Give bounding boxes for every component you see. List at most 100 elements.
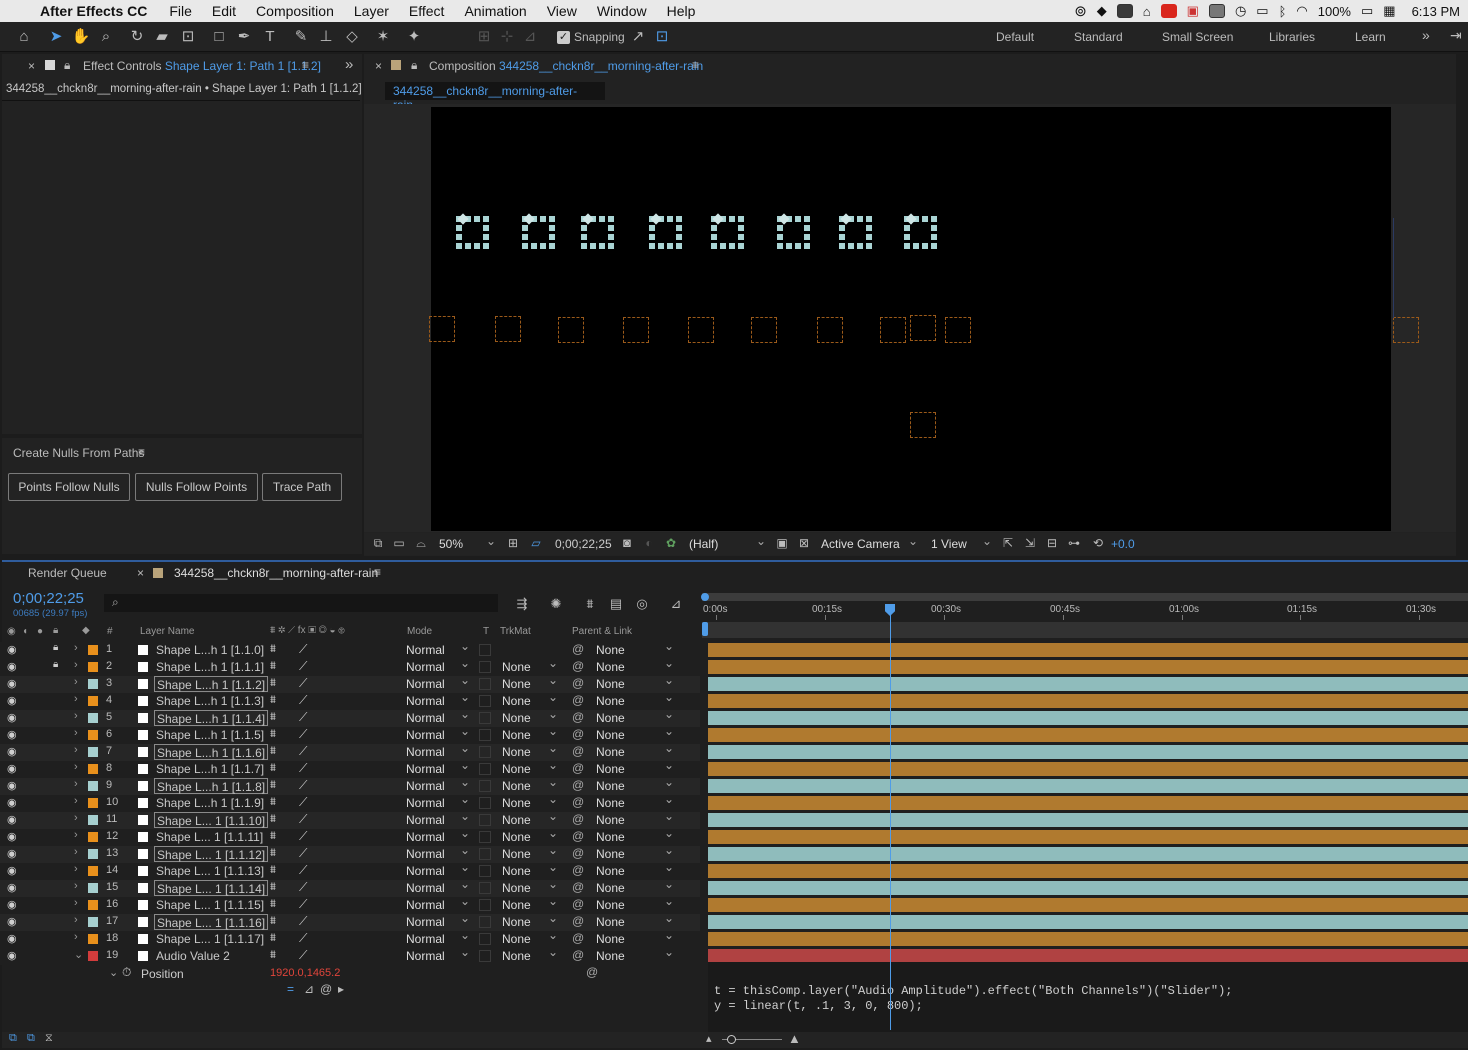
null-layer-outline[interactable] <box>623 317 649 343</box>
video-switch-header-icon[interactable]: ◉ <box>7 626 16 637</box>
vr-icon[interactable]: ⌓ <box>411 533 431 553</box>
eye-icon[interactable]: ◉ <box>7 898 19 911</box>
views-dropdown[interactable]: 1 View <box>931 537 967 551</box>
expression-line-2[interactable]: y = linear(t, .1, 3, 0, 800); <box>714 999 923 1013</box>
eye-icon[interactable]: ◉ <box>7 932 19 945</box>
eye-icon[interactable]: ◉ <box>7 915 19 928</box>
local-axis-icon[interactable]: ⊞ <box>474 27 494 47</box>
record-icon[interactable]: ▣ <box>1187 3 1199 19</box>
layer-duration-bar[interactable] <box>708 694 1468 708</box>
workspace-learn[interactable]: Learn <box>1355 30 1386 44</box>
label-color-swatch[interactable] <box>88 934 98 944</box>
quality-switch-icon[interactable]: ⟋ <box>299 795 307 810</box>
effect-controls-tab[interactable]: Effect Controls Shape Layer 1: Path 1 [1… <box>83 59 321 73</box>
close-icon[interactable]: × <box>28 59 35 73</box>
panel-overflow-icon[interactable]: » <box>345 56 353 73</box>
menu-layer[interactable]: Layer <box>354 3 389 19</box>
shy-switch-icon[interactable]: ⩩ <box>270 660 276 673</box>
label-color-swatch[interactable] <box>88 900 98 910</box>
close-icon[interactable]: × <box>375 59 382 73</box>
path-vertex[interactable] <box>857 216 863 222</box>
shy-switch-icon[interactable]: ⩩ <box>270 813 276 826</box>
camera-tool-icon[interactable]: ▰ <box>152 27 172 47</box>
menu-animation[interactable]: Animation <box>464 3 526 19</box>
preserve-transparency-checkbox[interactable] <box>479 848 491 860</box>
eye-icon[interactable]: ◉ <box>7 847 19 860</box>
parent-pickwhip-icon[interactable]: @ <box>572 676 584 690</box>
path-vertex[interactable] <box>581 234 587 240</box>
path-vertex[interactable] <box>931 234 937 240</box>
layer-duration-bar[interactable] <box>708 711 1468 725</box>
quality-switch-icon[interactable]: ⟋ <box>299 693 307 708</box>
points-follow-nulls-button[interactable]: Points Follow Nulls <box>8 473 130 501</box>
path-vertex[interactable] <box>904 243 910 249</box>
path-vertex[interactable] <box>599 243 605 249</box>
path-vertex[interactable] <box>913 243 919 249</box>
layer-duration-bar[interactable] <box>708 898 1468 912</box>
shape-path-points[interactable] <box>649 213 683 250</box>
layer-duration-bar[interactable] <box>708 932 1468 946</box>
shy-switch-icon[interactable]: ⩩ <box>270 864 276 877</box>
path-vertex[interactable] <box>581 225 587 231</box>
preserve-transparency-checkbox[interactable] <box>479 780 491 792</box>
preserve-transparency-checkbox[interactable] <box>479 933 491 945</box>
twirl-chevron-icon[interactable]: › <box>74 710 78 722</box>
monitor-icon[interactable]: ▭ <box>389 533 409 553</box>
path-vertex[interactable] <box>931 243 937 249</box>
rotate-tool-icon[interactable]: ↻ <box>127 27 147 47</box>
flowchart-icon[interactable]: ⊶ <box>1064 533 1084 553</box>
fast-previews-icon[interactable]: ⇲ <box>1020 533 1040 553</box>
path-vertex[interactable] <box>474 216 480 222</box>
path-vertex[interactable] <box>729 243 735 249</box>
world-axis-icon[interactable]: ⊹ <box>497 27 517 47</box>
zoom-out-icon[interactable]: ▴ <box>706 1032 712 1045</box>
layer-duration-bar[interactable] <box>708 949 1468 963</box>
zoom-in-icon[interactable]: ▲ <box>788 1031 801 1046</box>
twirl-chevron-icon[interactable]: › <box>74 727 78 739</box>
pick-whip-icon[interactable]: @ <box>586 965 598 979</box>
mode-dropdown[interactable]: Normal <box>406 944 472 964</box>
parent-pickwhip-icon[interactable]: @ <box>572 931 584 945</box>
path-vertex[interactable] <box>456 234 462 240</box>
reset-exposure-icon[interactable]: ⟲ <box>1088 533 1108 553</box>
label-color-swatch[interactable] <box>88 713 98 723</box>
expression-language-menu-icon[interactable]: ▸ <box>338 982 344 996</box>
layer-name[interactable]: Shape L...h 1 [1.1.9] <box>154 795 266 811</box>
eye-icon[interactable]: ◉ <box>7 762 19 775</box>
pen-tool-icon[interactable]: ✒ <box>234 27 254 47</box>
path-vertex[interactable] <box>711 234 717 240</box>
path-vertex[interactable] <box>531 243 537 249</box>
reader-icon[interactable]: ⌂ <box>1143 4 1151 19</box>
path-vertex[interactable] <box>549 243 555 249</box>
path-vertex[interactable] <box>848 243 854 249</box>
quality-switch-icon[interactable]: ⟋ <box>299 778 307 793</box>
layer-name[interactable]: Shape L...h 1 [1.1.8] <box>154 778 269 794</box>
preserve-transparency-checkbox[interactable] <box>479 950 491 962</box>
eye-icon[interactable]: ◉ <box>7 949 19 962</box>
path-vertex[interactable] <box>522 225 528 231</box>
region-of-interest-icon[interactable]: ▣ <box>772 533 792 553</box>
path-vertex[interactable] <box>839 225 845 231</box>
label-color-swatch[interactable] <box>88 798 98 808</box>
layer-row[interactable]: ◉›17Shape L... 1 [1.1.16]⩩⟋NormalNone@No… <box>0 910 700 931</box>
path-vertex[interactable] <box>649 234 655 240</box>
panel-menu-icon[interactable]: ≡ <box>302 58 309 72</box>
preserve-transparency-checkbox[interactable] <box>479 797 491 809</box>
viewer-timecode[interactable]: 0;00;22;25 <box>555 537 612 551</box>
path-vertex[interactable] <box>676 225 682 231</box>
null-layer-outline[interactable] <box>495 316 521 342</box>
snapping-checkbox[interactable]: ✓ <box>557 31 570 44</box>
parent-pickwhip-icon[interactable]: @ <box>572 795 584 809</box>
layer-row[interactable]: ◉›15Shape L... 1 [1.1.14]⩩⟋NormalNone@No… <box>0 876 700 897</box>
path-vertex[interactable] <box>599 216 605 222</box>
null-layer-outline[interactable] <box>558 317 584 343</box>
column-mode-header[interactable]: Mode <box>407 626 432 637</box>
path-vertex[interactable] <box>904 225 910 231</box>
layer-duration-bar[interactable] <box>708 915 1468 929</box>
zoom-tool-icon[interactable]: ⌕ <box>96 27 116 47</box>
twirl-chevron-icon[interactable]: › <box>74 880 78 892</box>
trace-path-button[interactable]: Trace Path <box>262 473 342 501</box>
path-vertex[interactable] <box>465 243 471 249</box>
layer-row[interactable]: ◉🔒︎›2Shape L...h 1 [1.1.1]⩩⟋NormalNone@N… <box>0 655 700 676</box>
path-vertex[interactable] <box>922 243 928 249</box>
